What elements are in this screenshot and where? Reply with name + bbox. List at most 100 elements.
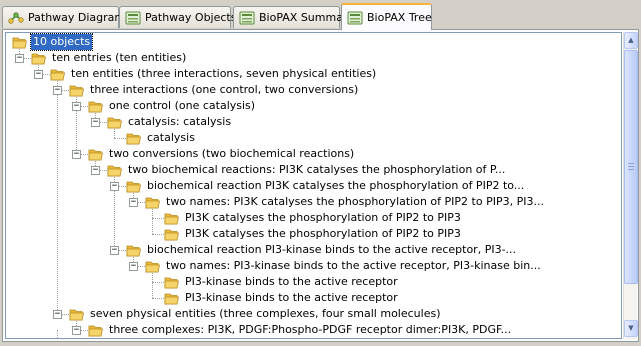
- tree-connector-line: [114, 129, 115, 138]
- tree-node[interactable]: PI3K catalyses the phosphorylation of PI…: [6, 226, 621, 242]
- tree-node[interactable]: PI3K catalyses the phosphorylation of PI…: [6, 210, 621, 226]
- tree-node-label: PI3-kinase binds to the active receptor: [185, 275, 398, 288]
- tree-connector-line: [152, 234, 164, 235]
- tree-connector-line: [152, 209, 153, 234]
- collapse-toggle-icon[interactable]: −: [72, 150, 81, 159]
- tree-node-label: ten entities (three interactions, seven …: [71, 67, 377, 80]
- tree-node[interactable]: PI3-kinase binds to the active receptor: [6, 290, 621, 306]
- tree-node-label: two conversions (two biochemical reactio…: [109, 147, 355, 160]
- scroll-up-button[interactable]: ▲: [624, 32, 638, 49]
- tab-label: BioPAX Summary: [259, 11, 354, 24]
- collapse-toggle-icon[interactable]: −: [129, 262, 138, 271]
- tree: 10 objects ten entries (ten entities) ten …: [6, 33, 621, 338]
- collapse-toggle-icon[interactable]: −: [110, 182, 119, 191]
- collapse-toggle-icon[interactable]: −: [110, 246, 119, 255]
- tree-node[interactable]: three interactions (one control, two con…: [6, 82, 621, 98]
- tree-node-label: 10 objects: [29, 33, 94, 51]
- tab-label: Pathway Diagram: [28, 11, 126, 24]
- folder-icon: [107, 116, 123, 129]
- folder-icon-graphic: [164, 293, 179, 305]
- tree-node-label: three interactions (one control, two con…: [90, 83, 359, 96]
- tree-node-label: catalysis: catalysis: [128, 115, 232, 128]
- folder-icon-graphic: [12, 37, 27, 49]
- collapse-toggle-icon[interactable]: −: [72, 102, 81, 111]
- tab-content-panel: 10 objects ten entries (ten entities) ten …: [2, 29, 639, 342]
- tree-node[interactable]: two conversions (two biochemical reactio…: [6, 146, 621, 162]
- folder-icon: [126, 244, 142, 257]
- tree-node[interactable]: 10 objects: [6, 33, 621, 51]
- folder-icon-graphic: [31, 53, 46, 65]
- tree-node-label: PI3K catalyses the phosphorylation of PI…: [185, 211, 461, 224]
- folder-icon-graphic: [126, 181, 141, 193]
- tree-node[interactable]: catalysis: [6, 130, 621, 146]
- collapse-toggle-icon[interactable]: −: [34, 70, 43, 79]
- biopax-tree-window: Pathway Diagram Pathway Objects BioPAX Sum…: [0, 0, 641, 346]
- tree-node-label: seven physical entities (three complexes…: [90, 307, 441, 320]
- scrollbar-thumb[interactable]: [624, 50, 638, 284]
- folder-icon-graphic: [164, 229, 179, 241]
- folder-icon: [164, 292, 180, 305]
- tree-node-label: biochemical reaction PI3-kinase binds to…: [147, 243, 517, 256]
- tree-connector-line: [152, 282, 164, 283]
- tree-node-label: ten entries (ten entities): [52, 51, 187, 64]
- folder-icon-graphic: [50, 69, 65, 81]
- folder-icon: [107, 164, 123, 177]
- folder-icon: [88, 100, 104, 113]
- tab-biopax-summary[interactable]: BioPAX Summary: [233, 6, 354, 28]
- folder-icon: [164, 228, 180, 241]
- tree-node[interactable]: two names: PI3-kinase binds to the activ…: [6, 258, 621, 274]
- tree-node[interactable]: one control (one catalysis): [6, 98, 621, 114]
- folder-icon: [12, 36, 28, 49]
- tab-bar: Pathway Diagram Pathway Objects BioPAX Sum…: [0, 0, 641, 30]
- biopax-tree-icon: [347, 11, 363, 25]
- tree-node-label: biochemical reaction PI3K catalyses the …: [147, 179, 525, 192]
- tree-connector-line: [57, 330, 58, 338]
- tab-biopax-tree[interactable]: BioPAX Tree: [341, 3, 432, 30]
- vertical-scrollbar[interactable]: ▲ ▼: [623, 32, 638, 339]
- pathway-objects-icon: [125, 11, 141, 25]
- tree-node[interactable]: biochemical reaction PI3-kinase binds to…: [6, 242, 621, 258]
- folder-icon-graphic: [107, 165, 122, 177]
- tree-connector-line: [114, 138, 126, 139]
- tab-label: BioPAX Tree: [367, 11, 432, 24]
- folder-icon: [164, 276, 180, 289]
- tree-connector-line: [152, 298, 164, 299]
- tree-node-label: two names: PI3-kinase binds to the activ…: [166, 259, 541, 272]
- collapse-toggle-icon[interactable]: −: [91, 166, 100, 175]
- folder-icon: [145, 196, 161, 209]
- folder-icon-graphic: [88, 149, 103, 161]
- folder-icon-graphic: [164, 277, 179, 289]
- folder-icon: [145, 260, 161, 273]
- tree-node[interactable]: PI3-kinase binds to the active receptor: [6, 274, 621, 290]
- collapse-toggle-icon[interactable]: −: [72, 326, 81, 335]
- folder-icon: [164, 212, 180, 225]
- tree-node-label: catalysis: [147, 131, 195, 144]
- collapse-toggle-icon[interactable]: −: [53, 310, 62, 319]
- scroll-down-button[interactable]: ▼: [624, 320, 638, 337]
- folder-icon: [69, 84, 85, 97]
- collapse-toggle-icon[interactable]: −: [53, 86, 62, 95]
- folder-icon: [69, 308, 85, 321]
- tree-node[interactable]: seven physical entities (three complexes…: [6, 306, 621, 322]
- tree-node[interactable]: two names: PI3K catalyses the phosphoryl…: [6, 194, 621, 210]
- folder-icon-graphic: [88, 325, 103, 337]
- tree-connector-line: [57, 81, 58, 314]
- tree-connector-line: [152, 218, 164, 219]
- biopax-tree-view[interactable]: 10 objects ten entries (ten entities) ten …: [5, 32, 622, 339]
- tab-pathway-objects[interactable]: Pathway Objects: [119, 6, 236, 28]
- tree-node[interactable]: biochemical reaction PI3K catalyses the …: [6, 178, 621, 194]
- tree-node[interactable]: ten entities (three interactions, seven …: [6, 66, 621, 82]
- tree-connector-line: [152, 273, 153, 298]
- tab-pathway-diagram[interactable]: Pathway Diagram: [2, 6, 125, 28]
- folder-icon-graphic: [126, 245, 141, 257]
- tree-node-label: two biochemical reactions: PI3K catalyse…: [128, 163, 506, 176]
- folder-icon: [126, 132, 142, 145]
- tree-node[interactable]: ten entries (ten entities): [6, 50, 621, 66]
- tree-node[interactable]: three complexes: PI3K, PDGF:Phospho-PDGF…: [6, 322, 621, 338]
- collapse-toggle-icon[interactable]: −: [15, 54, 24, 63]
- biopax-summary-icon: [239, 11, 255, 25]
- tree-node-label: PI3-kinase binds to the active receptor: [185, 291, 398, 304]
- collapse-toggle-icon[interactable]: −: [91, 118, 100, 127]
- folder-icon-graphic: [69, 85, 84, 97]
- collapse-toggle-icon[interactable]: −: [129, 198, 138, 207]
